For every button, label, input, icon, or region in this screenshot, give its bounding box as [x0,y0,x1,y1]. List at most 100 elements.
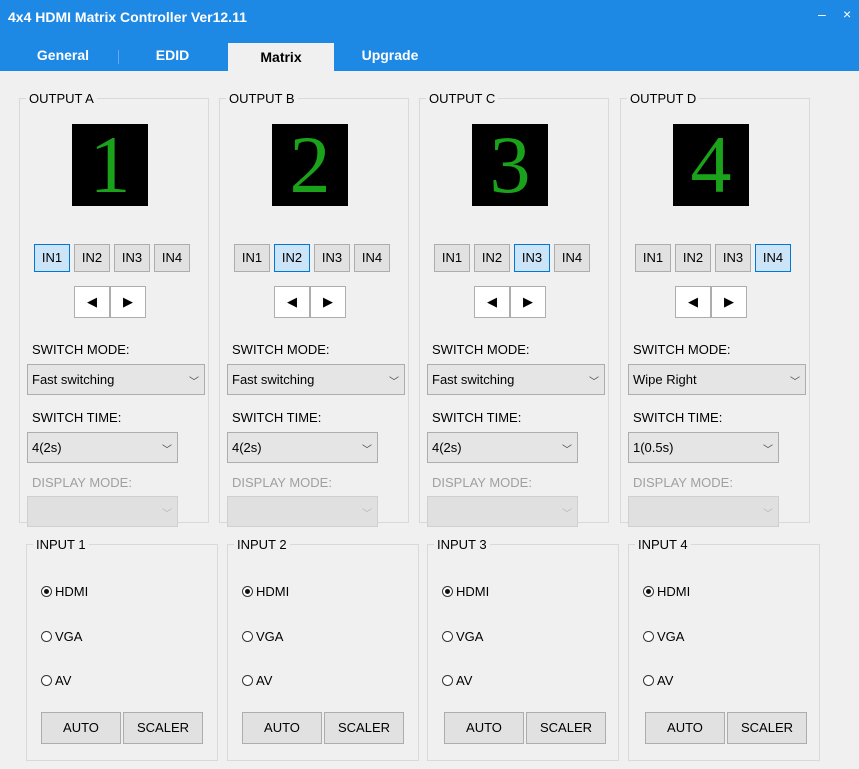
in4-button[interactable]: IN4 [755,244,791,272]
in3-button[interactable]: IN3 [114,244,150,272]
vga-radio[interactable]: VGA [41,629,82,644]
chevron-down-icon: ﹀ [562,509,572,520]
prev-input-button[interactable]: ◀ [74,286,110,318]
left-triangle-icon: ◀ [487,294,497,309]
in2-button[interactable]: IN2 [474,244,510,272]
next-input-button[interactable]: ▶ [310,286,346,318]
switch-time-label: SWITCH TIME: [633,410,723,425]
output-a-group: OUTPUT A 1 IN1 IN2 IN3 IN4 ◀ ▶ SWITCH MO… [19,91,209,527]
radio-off-icon [41,675,52,686]
in1-button[interactable]: IN1 [434,244,470,272]
auto-button[interactable]: AUTO [242,712,322,744]
in2-button[interactable]: IN2 [74,244,110,272]
vga-radio[interactable]: VGA [442,629,483,644]
tab-bar: General EDID Matrix Upgrade [0,40,859,71]
chevron-down-icon: ﹀ [362,509,372,520]
output-display: 3 [472,124,548,206]
next-input-button[interactable]: ▶ [510,286,546,318]
switch-time-label: SWITCH TIME: [32,410,122,425]
prev-input-button[interactable]: ◀ [274,286,310,318]
switch-mode-value: Fast switching [32,372,115,387]
in3-button[interactable]: IN3 [715,244,751,272]
window-title: 4x4 HDMI Matrix Controller Ver12.11 [8,9,247,25]
output-display: 1 [72,124,148,206]
in1-button[interactable]: IN1 [34,244,70,272]
in2-button[interactable]: IN2 [274,244,310,272]
tab-upgrade[interactable]: Upgrade [345,40,435,71]
hdmi-radio[interactable]: HDMI [242,584,289,599]
vga-label: VGA [256,629,284,644]
right-triangle-icon: ▶ [724,294,734,309]
switch-time-select[interactable]: 4(2s) ﹀ [27,432,178,463]
switch-mode-select[interactable]: Fast switching ﹀ [427,364,605,395]
prev-input-button[interactable]: ◀ [474,286,510,318]
right-triangle-icon: ▶ [323,294,333,309]
av-radio[interactable]: AV [41,673,71,688]
tab-edid[interactable]: EDID [125,40,220,71]
switch-mode-select[interactable]: Wipe Right ﹀ [628,364,806,395]
vga-radio[interactable]: VGA [242,629,283,644]
input-legend: INPUT 1 [36,537,86,552]
app-window: 4x4 HDMI Matrix Controller Ver12.11 – × … [0,0,859,769]
vga-label: VGA [657,629,685,644]
hdmi-radio[interactable]: HDMI [41,584,88,599]
next-input-button[interactable]: ▶ [711,286,747,318]
switch-mode-label: SWITCH MODE: [633,342,731,357]
chevron-down-icon: ﹀ [763,445,773,456]
in2-button[interactable]: IN2 [675,244,711,272]
radio-on-icon [643,586,654,597]
display-mode-select: ﹀ [227,496,378,527]
display-mode-label: DISPLAY MODE: [633,475,733,490]
av-radio[interactable]: AV [242,673,272,688]
auto-button[interactable]: AUTO [41,712,121,744]
prev-input-button[interactable]: ◀ [675,286,711,318]
tab-divider [118,50,119,64]
minimize-button[interactable]: – [818,6,826,22]
auto-button[interactable]: AUTO [645,712,725,744]
in4-button[interactable]: IN4 [154,244,190,272]
output-legend: OUTPUT C [429,91,496,106]
chevron-down-icon: ﹀ [763,509,773,520]
radio-on-icon [442,586,453,597]
input-legend: INPUT 2 [237,537,287,552]
switch-time-select[interactable]: 4(2s) ﹀ [427,432,578,463]
right-triangle-icon: ▶ [523,294,533,309]
tab-general[interactable]: General [20,40,106,71]
av-radio[interactable]: AV [643,673,673,688]
switch-mode-label: SWITCH MODE: [432,342,530,357]
left-triangle-icon: ◀ [287,294,297,309]
in3-button[interactable]: IN3 [514,244,550,272]
in4-button[interactable]: IN4 [554,244,590,272]
av-label: AV [657,673,674,688]
radio-off-icon [41,631,52,642]
scaler-button[interactable]: SCALER [123,712,203,744]
scaler-button[interactable]: SCALER [727,712,807,744]
in4-button[interactable]: IN4 [354,244,390,272]
next-input-button[interactable]: ▶ [110,286,146,318]
switch-time-select[interactable]: 4(2s) ﹀ [227,432,378,463]
in1-button[interactable]: IN1 [635,244,671,272]
display-mode-select: ﹀ [27,496,178,527]
scaler-button[interactable]: SCALER [324,712,404,744]
vga-radio[interactable]: VGA [643,629,684,644]
input-1-group: INPUT 1 HDMI VGA AV AUTO SCALER [26,537,218,761]
hdmi-radio[interactable]: HDMI [643,584,690,599]
output-legend: OUTPUT D [630,91,697,106]
switch-time-select[interactable]: 1(0.5s) ﹀ [628,432,779,463]
switch-mode-select[interactable]: Fast switching ﹀ [27,364,205,395]
in3-button[interactable]: IN3 [314,244,350,272]
output-legend: OUTPUT B [229,91,295,106]
switch-mode-select[interactable]: Fast switching ﹀ [227,364,405,395]
auto-button[interactable]: AUTO [444,712,524,744]
close-button[interactable]: × [843,6,851,22]
radio-on-icon [41,586,52,597]
output-c-group: OUTPUT C 3 IN1 IN2 IN3 IN4 ◀ ▶ SWITCH MO… [419,91,609,527]
hdmi-radio[interactable]: HDMI [442,584,489,599]
switch-time-value: 1(0.5s) [633,440,674,455]
av-radio[interactable]: AV [442,673,472,688]
scaler-button[interactable]: SCALER [526,712,606,744]
tab-matrix[interactable]: Matrix [228,43,334,71]
vga-label: VGA [55,629,83,644]
radio-off-icon [242,631,253,642]
in1-button[interactable]: IN1 [234,244,270,272]
